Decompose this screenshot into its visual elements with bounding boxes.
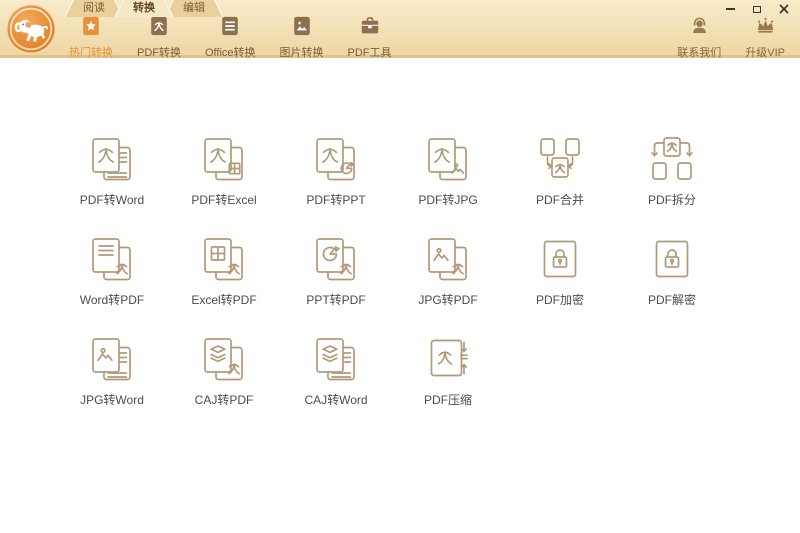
- header: 阅读 转换 编辑 热门转换 PDF转换 Office转换 图片转换 PDF工具 联系我们 升级…: [0, 0, 800, 60]
- word-to-pdf-icon: [84, 232, 140, 288]
- maximize-icon: [753, 5, 761, 13]
- app-window: 阅读 转换 编辑 热门转换 PDF转换 Office转换 图片转换 PDF工具 联系我们 升级…: [0, 0, 800, 533]
- toolbar-item-hot-convert[interactable]: 热门转换: [62, 15, 120, 60]
- tab-bar: 阅读 转换 编辑: [64, 0, 224, 17]
- grid-item-label: Word转PDF: [79, 293, 145, 307]
- grid-item-pdf-merge[interactable]: PDF合并: [504, 132, 616, 232]
- grid-item-jpg-to-pdf[interactable]: JPG转PDF: [392, 232, 504, 332]
- tab-label: 转换: [133, 2, 155, 14]
- toolbar-item-pdf-tools[interactable]: PDF工具: [341, 15, 399, 60]
- grid-item-pdf-to-excel[interactable]: PDF转Excel: [168, 132, 280, 232]
- grid-item-excel-to-pdf[interactable]: Excel转PDF: [168, 232, 280, 332]
- upgrade-vip-button[interactable]: 升级VIP: [742, 15, 788, 60]
- jpg-to-pdf-icon: [420, 232, 476, 288]
- minimize-button[interactable]: [723, 3, 737, 15]
- pdf-to-word-icon: [84, 132, 140, 188]
- pdf-encrypt-icon: [532, 232, 588, 288]
- grid-item-ppt-to-pdf[interactable]: PPT转PDF: [280, 232, 392, 332]
- grid-item-label: PDF转Excel: [191, 193, 257, 207]
- conversion-grid: PDF转Word PDF转Excel PDF转PPT PDF转JPG PDF合并 PDF拆…: [0, 58, 800, 432]
- star-doc-icon: [80, 15, 102, 42]
- contact-us-button[interactable]: 联系我们: [674, 15, 724, 60]
- grid-item-label: PDF合并: [535, 193, 584, 207]
- toolbox-icon: [359, 15, 381, 42]
- grid-item-label: PDF转Word: [79, 193, 145, 207]
- grid-item-caj-to-word[interactable]: CAJ转Word: [280, 332, 392, 432]
- toolbar-item-image-convert[interactable]: 图片转换: [273, 15, 331, 60]
- grid-item-label: JPG转PDF: [418, 293, 478, 307]
- grid-item-pdf-encrypt[interactable]: PDF加密: [504, 232, 616, 332]
- close-icon: [779, 4, 789, 14]
- header-right-label: 联系我们: [677, 47, 722, 59]
- office-doc-icon: [219, 15, 241, 42]
- grid-item-label: Excel转PDF: [191, 293, 257, 307]
- pdf-doc-icon: [148, 15, 170, 42]
- grid-item-label: PDF压缩: [423, 393, 472, 407]
- toolbar-item-label: 图片转换: [279, 47, 324, 59]
- grid-item-label: PDF转JPG: [418, 193, 478, 207]
- grid-item-word-to-pdf[interactable]: Word转PDF: [56, 232, 168, 332]
- main-content: PDF转Word PDF转Excel PDF转PPT PDF转JPG PDF合并 PDF拆…: [0, 58, 800, 530]
- grid-item-label: PDF转PPT: [306, 193, 366, 207]
- grid-item-pdf-decrypt[interactable]: PDF解密: [616, 232, 728, 332]
- pdf-decrypt-icon: [644, 232, 700, 288]
- caj-to-pdf-icon: [196, 332, 252, 388]
- grid-item-caj-to-pdf[interactable]: CAJ转PDF: [168, 332, 280, 432]
- close-button[interactable]: [777, 3, 791, 15]
- grid-item-pdf-split[interactable]: PDF拆分: [616, 132, 728, 232]
- minimize-icon: [725, 8, 735, 10]
- pdf-split-icon: [644, 132, 700, 188]
- excel-to-pdf-icon: [196, 232, 252, 288]
- grid-item-jpg-to-word[interactable]: JPG转Word: [56, 332, 168, 432]
- toolbar-item-label: PDF工具: [347, 47, 392, 59]
- grid-item-label: JPG转Word: [80, 393, 144, 407]
- pdf-merge-icon: [532, 132, 588, 188]
- grid-item-pdf-compress[interactable]: PDF压缩: [392, 332, 504, 432]
- grid-item-label: PDF拆分: [647, 193, 696, 207]
- pdf-to-ppt-icon: [308, 132, 364, 188]
- ppt-to-pdf-icon: [308, 232, 364, 288]
- image-doc-icon: [291, 15, 313, 42]
- maximize-button[interactable]: [750, 3, 764, 15]
- toolbar: 热门转换 PDF转换 Office转换 图片转换 PDF工具: [62, 15, 399, 60]
- grid-item-label: CAJ转PDF: [194, 393, 254, 407]
- pdf-compress-icon: [420, 332, 476, 388]
- toolbar-item-label: PDF转换: [137, 47, 181, 59]
- crown-icon: [755, 15, 776, 41]
- toolbar-item-label: 热门转换: [69, 47, 113, 59]
- toolbar-item-office-convert[interactable]: Office转换: [198, 15, 263, 60]
- pdf-to-excel-icon: [196, 132, 252, 188]
- caj-to-word-icon: [308, 332, 364, 388]
- tab-convert[interactable]: 转换: [114, 0, 174, 17]
- grid-item-label: PPT转PDF: [306, 293, 366, 307]
- headset-person-icon: [689, 15, 710, 41]
- header-right: 联系我们 升级VIP: [674, 15, 788, 60]
- grid-item-pdf-to-jpg[interactable]: PDF转JPG: [392, 132, 504, 232]
- toolbar-item-pdf-convert[interactable]: PDF转换: [130, 15, 188, 60]
- grid-item-label: PDF加密: [535, 293, 584, 307]
- jpg-to-word-icon: [84, 332, 140, 388]
- toolbar-item-label: Office转换: [205, 47, 256, 59]
- window-controls: [723, 3, 791, 15]
- grid-item-label: PDF解密: [647, 293, 696, 307]
- grid-item-label: CAJ转Word: [304, 393, 368, 407]
- grid-item-pdf-to-word[interactable]: PDF转Word: [56, 132, 168, 232]
- header-right-label: 升级VIP: [745, 47, 785, 59]
- pdf-to-jpg-icon: [420, 132, 476, 188]
- app-logo elephant-logo-icon[interactable]: [5, 3, 57, 55]
- grid-item-pdf-to-ppt[interactable]: PDF转PPT: [280, 132, 392, 232]
